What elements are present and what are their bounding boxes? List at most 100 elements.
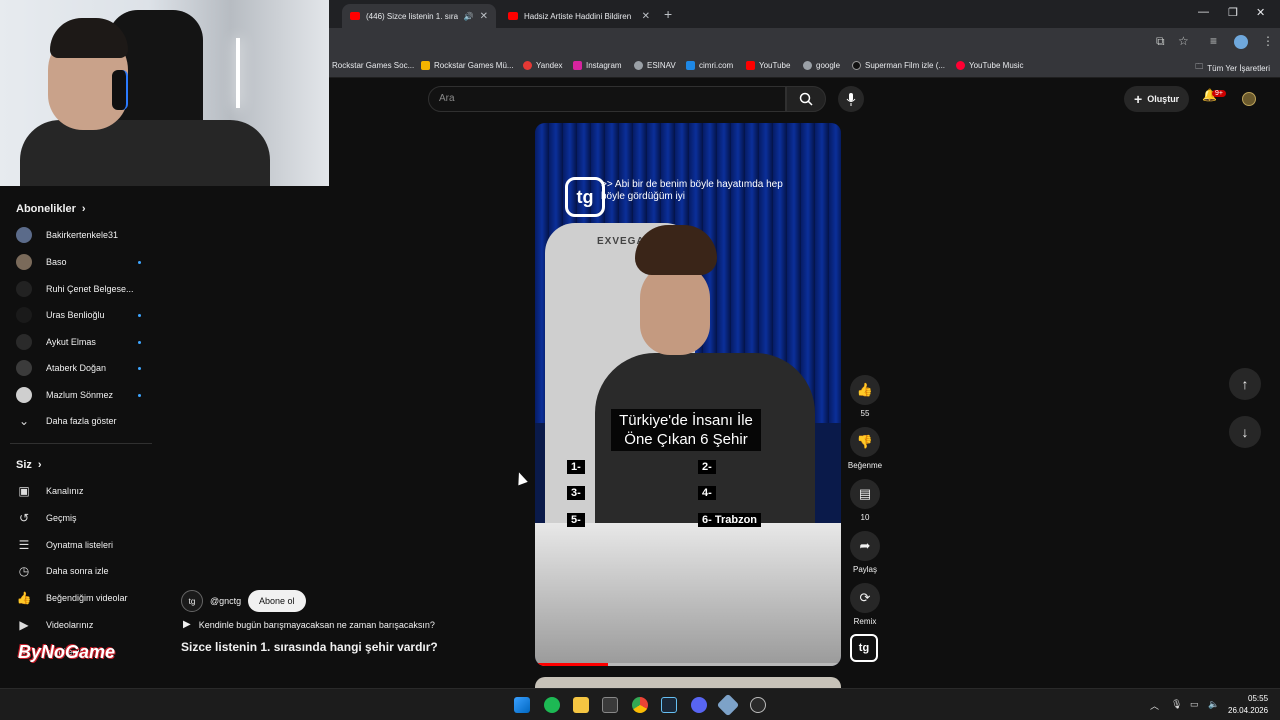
playlist-icon: ☰ — [18, 538, 30, 552]
cimri-icon — [686, 61, 695, 70]
next-short-button[interactable]: ↓ — [1229, 416, 1261, 448]
sidebar-subscription[interactable]: Bakirkertenkele31 — [16, 227, 141, 243]
like-button[interactable]: 👍 55 — [850, 375, 880, 418]
video-progress-bar[interactable] — [535, 663, 841, 666]
restore-icon[interactable]: ❐ — [1228, 6, 1238, 19]
short-video-player[interactable]: EXVEGA tg >> Abi bir de benim böyle haya… — [535, 123, 841, 666]
overlay-title: Türkiye'de İnsanı İle Öne Çıkan 6 Şehir — [611, 409, 761, 451]
obs-icon[interactable] — [750, 697, 766, 713]
new-content-dot — [138, 340, 141, 344]
remix-button[interactable]: ⟳ Remix — [850, 583, 880, 626]
tab-title: Hadsiz Artiste Haddini Bildiren — [524, 11, 632, 21]
you-heading[interactable]: Siz › — [16, 459, 42, 471]
bookmark-item[interactable]: cimri.com — [686, 61, 733, 70]
volume-icon[interactable]: 🔈 — [1208, 699, 1219, 710]
comments-button[interactable]: ▤ 10 — [850, 479, 880, 522]
sidebar-subscription[interactable]: Ataberk Doğan — [16, 360, 141, 376]
subscription-name: Ruhi Çenet Belgese... — [46, 284, 134, 294]
rank-label: 6- Trabzon — [698, 513, 762, 527]
close-tab-icon[interactable]: ✕ — [480, 11, 488, 22]
sidebar-subscription[interactable]: Baso — [16, 254, 141, 270]
voice-search-button[interactable] — [838, 86, 864, 112]
video-icon: ▶ — [19, 618, 29, 632]
tab-title: (446) Sizce listenin 1. sırasın — [366, 11, 458, 21]
chevron-right-icon: › — [37, 459, 42, 471]
sound-row[interactable]: ▶ Kendinle bugün barışmayacaksan ne zama… — [183, 619, 435, 630]
tab-inactive[interactable]: Hadsiz Artiste Haddini Bildiren ✕ — [500, 4, 658, 28]
sidebar-item-channel[interactable]: ▣ Kanalınız — [16, 484, 141, 498]
chevron-up-icon[interactable]: ︿ — [1150, 699, 1159, 712]
sidebar-subscription[interactable]: Uras Benlioğlu — [16, 307, 141, 323]
sidebar-item-liked[interactable]: 👍 Beğendiğim videolar — [16, 591, 141, 605]
bookmark-item[interactable]: YouTube Music — [956, 61, 1024, 70]
bookmark-item[interactable]: Rockstar Games Soc... — [332, 61, 414, 70]
menu-icon[interactable]: ⋮ — [1262, 34, 1274, 48]
bookmark-item[interactable]: Yandex — [523, 61, 563, 70]
chrome-icon[interactable] — [632, 697, 648, 713]
streamer-logo: ByNoGame — [18, 642, 116, 662]
channel-avatar[interactable]: tg — [181, 590, 203, 612]
all-bookmarks[interactable]: 🗀 Tüm Yer İşaretleri — [1195, 61, 1270, 75]
bookmark-item[interactable]: YouTube — [746, 61, 790, 70]
next-short-preview[interactable] — [535, 677, 841, 688]
bookmark-item[interactable]: Superman Film izle (... — [852, 61, 945, 70]
headset-icon — [112, 70, 128, 110]
comment-icon: ▤ — [850, 479, 880, 509]
system-clock[interactable]: 05:55 26.04.2026 — [1228, 693, 1268, 717]
store-icon[interactable] — [602, 697, 618, 713]
create-button[interactable]: + Oluştur — [1124, 86, 1190, 112]
file-explorer-icon[interactable] — [573, 697, 589, 713]
network-icon[interactable]: ▭ — [1190, 699, 1199, 710]
channel-handle[interactable]: @gnctg — [210, 596, 241, 606]
sidebar-item-history[interactable]: ↺ Geçmiş — [16, 511, 141, 525]
bookmark-label: Rockstar Games Mü... — [434, 61, 514, 70]
steam-icon[interactable] — [661, 697, 677, 713]
spotify-icon[interactable] — [544, 697, 560, 713]
new-tab-icon[interactable]: + — [664, 6, 672, 22]
profile-icon[interactable] — [1234, 35, 1248, 49]
sidebar-subscription[interactable]: Aykut Elmas — [16, 334, 141, 350]
minimize-icon[interactable]: — — [1198, 6, 1209, 18]
app-icon[interactable] — [716, 693, 740, 717]
sidebar-item-watch-later[interactable]: ◷ Daha sonra izle — [16, 564, 141, 578]
clock-date: 26.04.2026 — [1228, 706, 1269, 715]
tab-active[interactable]: (446) Sizce listenin 1. sırasın 🔊 ✕ — [342, 4, 496, 28]
chevron-right-icon: › — [81, 203, 86, 215]
bookmark-item[interactable]: ESINAV — [634, 61, 676, 70]
channel-thumbnail[interactable]: tg — [850, 634, 878, 662]
sidebar-item-your-videos[interactable]: ▶ Videolarınız — [16, 618, 141, 632]
discord-icon[interactable] — [691, 697, 707, 713]
bookmark-star-icon[interactable]: ☆ — [1178, 34, 1189, 48]
microphone-icon[interactable]: 🎙 — [1171, 699, 1182, 710]
new-content-dot — [138, 260, 141, 264]
clock-icon: ◷ — [18, 564, 30, 578]
new-content-dot — [138, 366, 141, 370]
sidebar-subscription[interactable]: Ruhi Çenet Belgese... — [16, 281, 141, 297]
new-content-dot — [138, 393, 141, 397]
show-more-button[interactable]: ⌄ Daha fazla göster — [16, 414, 141, 428]
rockstar-icon — [421, 61, 430, 70]
tab-search-icon[interactable]: ≡ — [1210, 34, 1217, 48]
install-app-icon[interactable]: ⧉ — [1156, 34, 1165, 49]
search-input[interactable]: Ara — [428, 86, 786, 112]
subscriptions-heading[interactable]: Abonelikler › — [16, 203, 86, 215]
bookmark-item[interactable]: google — [803, 61, 840, 70]
close-window-icon[interactable]: ✕ — [1256, 6, 1265, 19]
bookmark-item[interactable]: Instagram — [573, 61, 622, 70]
sidebar-item-playlists[interactable]: ☰ Oynatma listeleri — [16, 538, 141, 552]
windows-start-icon[interactable] — [514, 697, 530, 713]
bookmark-label: Instagram — [586, 61, 622, 70]
previous-short-button[interactable]: ↑ — [1229, 368, 1261, 400]
sidebar-subscription[interactable]: Mazlum Sönmez — [16, 387, 141, 403]
sidebar-item-label: Oynatma listeleri — [46, 540, 114, 550]
bookmark-label: YouTube — [759, 61, 791, 70]
bookmark-item[interactable]: Rockstar Games Mü... — [421, 61, 514, 70]
dislike-button[interactable]: 👎 Beğenme — [848, 427, 882, 470]
share-button[interactable]: ➦ Paylaş — [850, 531, 880, 574]
close-tab-icon[interactable]: ✕ — [642, 11, 650, 22]
subscribe-button[interactable]: Abone ol — [248, 590, 306, 612]
bookmark-label: YouTube Music — [969, 61, 1024, 70]
search-button[interactable] — [786, 86, 826, 112]
account-avatar[interactable] — [1242, 92, 1256, 106]
search-placeholder: Ara — [439, 93, 455, 104]
